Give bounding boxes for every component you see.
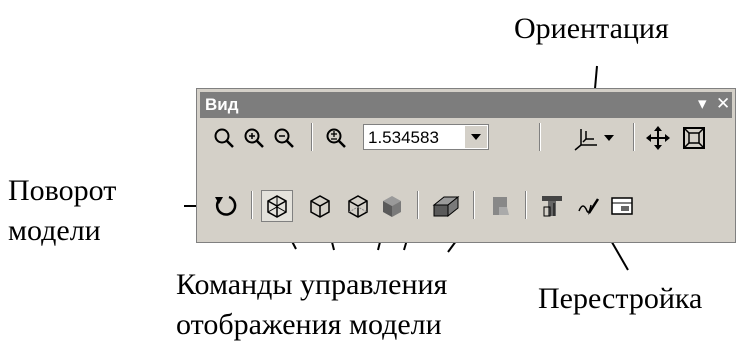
wireframe-icon[interactable] bbox=[261, 190, 293, 222]
separator bbox=[473, 191, 475, 219]
toolbar-row-1: 1.534583 bbox=[205, 121, 729, 155]
display-callout-line1: Команды управления bbox=[176, 268, 448, 301]
zoom-window-icon[interactable] bbox=[209, 123, 239, 153]
zoom-value-field[interactable]: 1.534583 bbox=[363, 124, 489, 150]
section-icon[interactable] bbox=[607, 191, 637, 221]
rebuild-icon[interactable] bbox=[537, 191, 567, 221]
toolbar-menu-button[interactable]: ▾ bbox=[698, 94, 707, 114]
display-callout-line2: отображения модели bbox=[176, 308, 442, 341]
hidden-lines-icon[interactable] bbox=[305, 191, 335, 221]
rotate-icon[interactable] bbox=[211, 191, 241, 221]
toolbar-titlebar[interactable]: Вид ▾ ✕ bbox=[200, 92, 732, 118]
zoom-dropdown-button[interactable] bbox=[465, 126, 487, 148]
orientation-dropdown-icon[interactable] bbox=[601, 123, 617, 153]
zoom-scale-icon[interactable] bbox=[321, 123, 351, 153]
hidden-lines-thin-icon[interactable] bbox=[343, 191, 373, 221]
separator bbox=[417, 191, 419, 219]
zoom-out-icon[interactable] bbox=[269, 123, 299, 153]
separator bbox=[633, 123, 635, 151]
zoom-value: 1.534583 bbox=[368, 128, 439, 147]
fit-all-icon[interactable] bbox=[679, 123, 709, 153]
toolbar-title: Вид bbox=[205, 95, 239, 114]
rotate-callout-line1: Поворот bbox=[8, 174, 117, 207]
toolbar-close-button[interactable]: ✕ bbox=[716, 94, 730, 114]
rebuild-callout: Перестройка bbox=[538, 282, 703, 315]
toolbar-row-2 bbox=[205, 189, 729, 223]
separator bbox=[251, 191, 253, 219]
separator bbox=[525, 191, 527, 219]
separator bbox=[311, 123, 313, 151]
separator bbox=[539, 123, 541, 151]
rotate-callout-line2: модели bbox=[8, 214, 101, 247]
shaded-icon[interactable] bbox=[377, 191, 407, 221]
sketch-icon[interactable] bbox=[573, 191, 603, 221]
orientation-callout: Ориентация bbox=[514, 12, 669, 45]
zoom-in-icon[interactable] bbox=[239, 123, 269, 153]
orientation-icon[interactable] bbox=[571, 123, 601, 153]
view-toolbar: Вид ▾ ✕ 1.534583 bbox=[196, 88, 736, 243]
shaded-edges-icon[interactable] bbox=[431, 191, 461, 221]
pan-icon[interactable] bbox=[643, 123, 673, 153]
perspective-icon[interactable] bbox=[485, 191, 515, 221]
